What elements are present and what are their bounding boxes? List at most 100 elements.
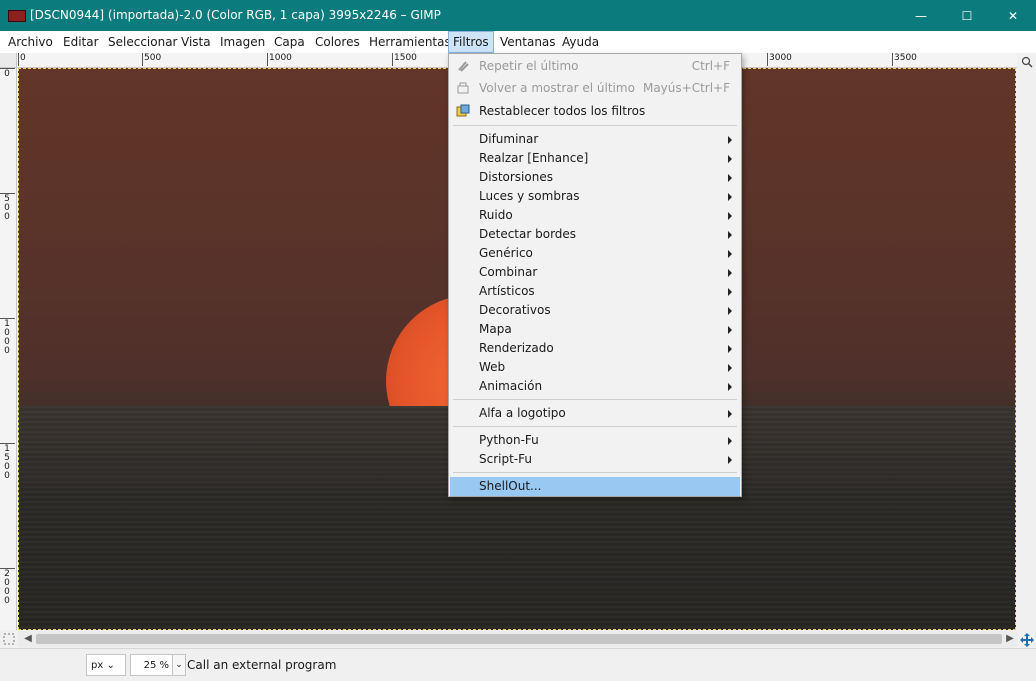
maximize-button[interactable]: ☐ xyxy=(944,0,990,31)
menu-item-label: Repetir el último xyxy=(479,59,579,73)
submenu-arrow-icon xyxy=(728,250,732,258)
ruler-label: 1500 xyxy=(394,53,417,63)
menu-item-shellout[interactable]: ShellOut... xyxy=(450,477,740,496)
menu-item-animacion[interactable]: Animación xyxy=(450,377,740,396)
ruler-label: 3000 xyxy=(769,53,792,63)
submenu-arrow-icon xyxy=(728,410,732,418)
ruler-corner[interactable] xyxy=(0,53,17,68)
app-icon[interactable] xyxy=(8,10,26,22)
menu-item-label: Volver a mostrar el último xyxy=(479,81,635,95)
menu-separator xyxy=(453,472,737,473)
menu-item-mapa[interactable]: Mapa xyxy=(450,320,740,339)
menu-item-ruido[interactable]: Ruido xyxy=(450,206,740,225)
menu-item-label: Distorsiones xyxy=(479,170,553,184)
menu-item-label: Artísticos xyxy=(479,284,535,298)
ruler-label: 500 xyxy=(144,53,162,63)
menu-filtros[interactable]: Filtros xyxy=(448,31,494,53)
zoom-to-fit-icon[interactable] xyxy=(1021,56,1033,68)
menu-capa[interactable]: Capa xyxy=(270,32,309,52)
menu-item-realzar[interactable]: Realzar [Enhance] xyxy=(450,149,740,168)
menu-separator xyxy=(453,426,737,427)
menu-item-reshow-last[interactable]: Volver a mostrar el último Mayús+Ctrl+F xyxy=(450,79,740,98)
status-message: Call an external program xyxy=(187,658,337,672)
scroll-thumb[interactable] xyxy=(36,634,1002,644)
menu-seleccionar[interactable]: Seleccionar xyxy=(104,32,181,52)
maximize-icon: ☐ xyxy=(961,8,973,23)
reshow-icon xyxy=(457,82,469,94)
menu-separator xyxy=(453,125,737,126)
minimize-button[interactable]: — xyxy=(898,0,944,31)
menu-item-label: ShellOut... xyxy=(479,479,542,493)
menu-item-decorativos[interactable]: Decorativos xyxy=(450,301,740,320)
navigate-icon[interactable] xyxy=(1019,632,1035,648)
menu-item-label: Web xyxy=(479,360,506,374)
scroll-right-icon[interactable]: ▶ xyxy=(1002,631,1018,647)
close-icon: ✕ xyxy=(1007,8,1019,23)
menu-item-label: Ruido xyxy=(479,208,513,222)
ruler-label: 1000 xyxy=(4,319,10,356)
submenu-arrow-icon xyxy=(728,437,732,445)
menu-separator xyxy=(453,399,737,400)
menu-item-difuminar[interactable]: Difuminar xyxy=(450,130,740,149)
menu-item-detectar-bordes[interactable]: Detectar bordes xyxy=(450,225,740,244)
ruler-label: 500 xyxy=(4,194,10,222)
submenu-arrow-icon xyxy=(728,364,732,372)
menu-colores[interactable]: Colores xyxy=(311,32,364,52)
right-scroll-column xyxy=(1018,53,1036,647)
menu-item-renderizado[interactable]: Renderizado xyxy=(450,339,740,358)
menu-item-repeat-last[interactable]: Repetir el último Ctrl+F xyxy=(450,57,740,76)
submenu-arrow-icon xyxy=(728,193,732,201)
menu-item-label: Luces y sombras xyxy=(479,189,580,203)
submenu-arrow-icon xyxy=(728,307,732,315)
zoom-input[interactable]: 25 % xyxy=(130,654,174,676)
menu-item-generico[interactable]: Genérico xyxy=(450,244,740,263)
title-bar: [DSCN0944] (importada)-2.0 (Color RGB, 1… xyxy=(0,0,1036,31)
menu-item-combinar[interactable]: Combinar xyxy=(450,263,740,282)
submenu-arrow-icon xyxy=(728,288,732,296)
submenu-arrow-icon xyxy=(728,136,732,144)
menu-item-script-fu[interactable]: Script-Fu xyxy=(450,450,740,469)
submenu-arrow-icon xyxy=(728,383,732,391)
menu-item-label: Renderizado xyxy=(479,341,554,355)
close-button[interactable]: ✕ xyxy=(990,0,1036,31)
menu-item-artisticos[interactable]: Artísticos xyxy=(450,282,740,301)
menu-item-alfa-logotipo[interactable]: Alfa a logotipo xyxy=(450,404,740,423)
submenu-arrow-icon xyxy=(728,269,732,277)
submenu-arrow-icon xyxy=(728,174,732,182)
menu-item-python-fu[interactable]: Python-Fu xyxy=(450,431,740,450)
menu-ventanas[interactable]: Ventanas xyxy=(496,32,560,52)
menu-item-label: Mapa xyxy=(479,322,512,336)
submenu-arrow-icon xyxy=(728,155,732,163)
minimize-icon: — xyxy=(915,8,927,23)
menu-item-shortcut: Ctrl+F xyxy=(691,59,730,73)
ruler-label: 0 xyxy=(4,69,10,79)
menu-item-distorsiones[interactable]: Distorsiones xyxy=(450,168,740,187)
menu-imagen[interactable]: Imagen xyxy=(216,32,269,52)
vertical-ruler[interactable]: 0 500 1000 1500 2000 xyxy=(0,68,17,630)
menu-item-shortcut: Mayús+Ctrl+F xyxy=(642,81,730,95)
menu-editar[interactable]: Editar xyxy=(59,32,103,52)
menu-item-label: Restablecer todos los filtros xyxy=(479,104,646,118)
submenu-arrow-icon xyxy=(728,212,732,220)
menu-ayuda[interactable]: Ayuda xyxy=(558,32,603,52)
unit-select[interactable]: px ⌄ xyxy=(86,654,126,676)
menu-bar: Archivo Editar Seleccionar Vista Imagen … xyxy=(0,31,1036,54)
ruler-label: 2000 xyxy=(4,569,10,606)
menu-item-label: Script-Fu xyxy=(479,452,532,466)
ruler-label: 0 xyxy=(20,53,26,63)
window-title: [DSCN0944] (importada)-2.0 (Color RGB, 1… xyxy=(30,8,441,22)
menu-archivo[interactable]: Archivo xyxy=(4,32,57,52)
horizontal-scrollbar[interactable]: ◀ ▶ xyxy=(18,631,1018,647)
quick-mask-icon[interactable] xyxy=(3,633,15,645)
ruler-label: 1000 xyxy=(269,53,292,63)
zoom-dropdown-icon[interactable]: ⌄ xyxy=(172,654,186,676)
menu-item-reset-all[interactable]: Restablecer todos los filtros xyxy=(450,102,740,121)
submenu-arrow-icon xyxy=(728,326,732,334)
menu-item-luces-sombras[interactable]: Luces y sombras xyxy=(450,187,740,206)
menu-item-web[interactable]: Web xyxy=(450,358,740,377)
unit-value: px xyxy=(91,660,104,671)
menu-item-label: Animación xyxy=(479,379,543,393)
scroll-left-icon[interactable]: ◀ xyxy=(20,631,36,647)
menu-herramientas[interactable]: Herramientas xyxy=(365,32,455,52)
menu-vista[interactable]: Vista xyxy=(177,32,215,52)
